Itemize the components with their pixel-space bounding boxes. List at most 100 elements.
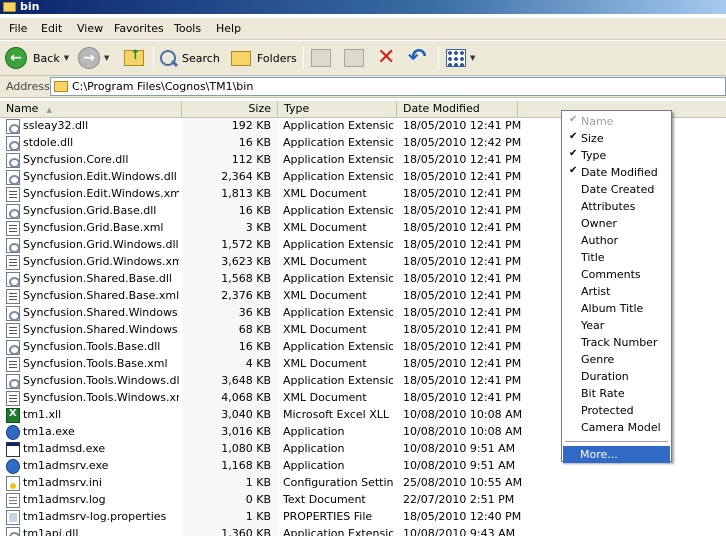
views-dropdown-icon[interactable]: ▼ xyxy=(470,54,475,62)
file-date: 10/08/2010 10:08 AM xyxy=(403,408,523,421)
menu-item-album-title[interactable]: Album Title xyxy=(564,300,669,317)
file-date: 18/05/2010 12:41 PM xyxy=(403,221,522,234)
menu-item-protected[interactable]: Protected xyxy=(564,402,669,419)
address-input[interactable]: C:\Program Files\Cognos\TM1\bin xyxy=(50,77,726,96)
menu-item-date-created[interactable]: Date Created xyxy=(564,181,669,198)
menu-item-type[interactable]: ✔ Type xyxy=(564,147,669,164)
file-size: 1,168 KB xyxy=(221,459,271,472)
file-name: Syncfusion.Edit.Windows.xml xyxy=(23,187,179,200)
menu-item-attributes[interactable]: Attributes xyxy=(564,198,669,215)
window-titlebar[interactable]: bin xyxy=(0,0,726,14)
file-row[interactable]: tm1admsrv.ini 1 KB Configuration Settings 2… xyxy=(0,475,560,492)
menu-item-size[interactable]: ✔ Size xyxy=(564,130,669,147)
forward-button[interactable]: → ▼ xyxy=(78,46,109,70)
file-row[interactable]: Syncfusion.Tools.Windows.xml 4,068 KB XML … xyxy=(0,390,560,407)
menu-item-bit-rate[interactable]: Bit Rate xyxy=(564,385,669,402)
folders-button[interactable]: Folders xyxy=(231,46,297,70)
file-row[interactable]: Syncfusion.Edit.Windows.xml 1,813 KB XML D… xyxy=(0,186,560,203)
column-header-type[interactable]: Type xyxy=(278,101,397,118)
menu-view[interactable]: View xyxy=(77,22,103,35)
move-to-button[interactable] xyxy=(311,46,331,70)
file-size: 1,080 KB xyxy=(221,442,271,455)
menu-item-author[interactable]: Author xyxy=(564,232,669,249)
menu-tools[interactable]: Tools xyxy=(174,22,201,35)
menu-item-comments[interactable]: Comments xyxy=(564,266,669,283)
menu-item-camera-model[interactable]: Camera Model xyxy=(564,419,669,436)
file-type: Application Extension xyxy=(283,170,393,183)
undo-button[interactable]: ↶ xyxy=(408,46,426,70)
file-type-icon xyxy=(6,204,20,219)
file-row[interactable]: tm1a.exe 3,016 KB Application 10/08/2010 10… xyxy=(0,424,560,441)
file-row[interactable]: Syncfusion.Edit.Windows.dll 2,364 KB Appli… xyxy=(0,169,560,186)
file-row[interactable]: Syncfusion.Grid.Windows.xml 3,623 KB XML D… xyxy=(0,254,560,271)
menu-item-label: Size xyxy=(581,132,604,145)
menu-file[interactable]: File xyxy=(9,22,27,35)
file-row[interactable]: stdole.dll 16 KB Application Extension 18/0… xyxy=(0,135,560,152)
menu-item-track-number[interactable]: Track Number xyxy=(564,334,669,351)
file-date: 10/08/2010 9:43 AM xyxy=(403,527,516,536)
menu-item-owner[interactable]: Owner xyxy=(564,215,669,232)
file-row[interactable]: tm1admsrv-log.properties 1 KB PROPERTIES F… xyxy=(0,509,560,526)
menu-item-year[interactable]: Year xyxy=(564,317,669,334)
file-date: 18/05/2010 12:41 PM xyxy=(403,170,522,183)
file-row[interactable]: Syncfusion.Grid.Base.dll 16 KB Application… xyxy=(0,203,560,220)
file-type: Application Extension xyxy=(283,527,393,536)
column-header-size[interactable]: Size xyxy=(182,101,278,118)
file-name: tm1a.exe xyxy=(23,425,75,438)
file-row[interactable]: tm1admsrv.log 0 KB Text Document 22/07/2010… xyxy=(0,492,560,509)
file-row[interactable]: Syncfusion.Shared.Windows.dll 36 KB Applic… xyxy=(0,305,560,322)
file-size: 2,364 KB xyxy=(221,170,271,183)
menu-edit[interactable]: Edit xyxy=(41,22,62,35)
column-header-date[interactable]: Date Modified xyxy=(397,101,518,118)
menu-favorites[interactable]: Favorites xyxy=(114,22,164,35)
column-header-name[interactable]: Name ▲ xyxy=(0,101,182,118)
forward-icon: → xyxy=(78,47,100,69)
menu-item-more[interactable]: More... xyxy=(563,446,670,463)
forward-dropdown-icon[interactable]: ▼ xyxy=(104,54,109,62)
menu-help[interactable]: Help xyxy=(216,22,241,35)
file-row[interactable]: Syncfusion.Tools.Base.xml 4 KB XML Documen… xyxy=(0,356,560,373)
window-title: bin xyxy=(20,0,40,13)
menu-item-label: Date Created xyxy=(581,183,655,196)
menu-item-genre[interactable]: Genre xyxy=(564,351,669,368)
file-name: Syncfusion.Tools.Windows.xml xyxy=(23,391,179,404)
column-name-label: Name xyxy=(6,102,39,115)
delete-button[interactable]: ✕ xyxy=(377,46,395,70)
copy-to-icon xyxy=(344,49,364,67)
file-size: 1 KB xyxy=(245,476,271,489)
back-dropdown-icon[interactable]: ▼ xyxy=(64,54,69,62)
file-row[interactable]: Syncfusion.Shared.Base.dll 1,568 KB Applic… xyxy=(0,271,560,288)
file-row[interactable]: Syncfusion.Tools.Windows.dll 3,648 KB Appl… xyxy=(0,373,560,390)
file-date: 18/05/2010 12:41 PM xyxy=(403,119,522,132)
file-row[interactable]: Syncfusion.Shared.Windows.... 68 KB XML Do… xyxy=(0,322,560,339)
file-date: 10/08/2010 10:08 AM xyxy=(403,425,523,438)
menu-item-date-modified[interactable]: ✔ Date Modified xyxy=(564,164,669,181)
up-folder-button[interactable]: ↑ xyxy=(124,46,144,70)
file-row[interactable]: tm1api.dll 1,360 KB Application Extension 1… xyxy=(0,526,560,536)
file-type-icon xyxy=(6,153,20,168)
folder-icon xyxy=(3,2,16,12)
file-row[interactable]: tm1admsd.exe 1,080 KB Application 10/08/201… xyxy=(0,441,560,458)
file-row[interactable]: Syncfusion.Grid.Windows.dll 1,572 KB Appli… xyxy=(0,237,560,254)
menu-item-title[interactable]: Title xyxy=(564,249,669,266)
file-row[interactable]: tm1admsrv.exe 1,168 KB Application 10/08/20… xyxy=(0,458,560,475)
address-label: Address xyxy=(6,80,50,93)
search-button[interactable]: Search xyxy=(160,46,220,70)
file-date: 18/05/2010 12:41 PM xyxy=(403,238,522,251)
file-row[interactable]: Syncfusion.Grid.Base.xml 3 KB XML Document… xyxy=(0,220,560,237)
menu-item-duration[interactable]: Duration xyxy=(564,368,669,385)
file-name: tm1admsrv.log xyxy=(23,493,106,506)
views-button[interactable]: ▼ xyxy=(446,46,475,70)
copy-to-button[interactable] xyxy=(344,46,364,70)
file-type: Application Extension xyxy=(283,306,393,319)
file-row[interactable]: Syncfusion.Core.dll 112 KB Application Ext… xyxy=(0,152,560,169)
back-button[interactable]: ← Back ▼ xyxy=(5,46,69,70)
menu-item-label: Title xyxy=(581,251,605,264)
file-row[interactable]: tm1.xll 3,040 KB Microsoft Excel XLL ... 10… xyxy=(0,407,560,424)
file-row[interactable]: Syncfusion.Shared.Base.xml 2,376 KB XML Do… xyxy=(0,288,560,305)
menu-bar: File Edit View Favorites Tools Help xyxy=(0,18,726,40)
file-row[interactable]: Syncfusion.Tools.Base.dll 16 KB Applicatio… xyxy=(0,339,560,356)
menu-item-artist[interactable]: Artist xyxy=(564,283,669,300)
file-row[interactable]: ssleay32.dll 192 KB Application Extension 1… xyxy=(0,118,560,135)
file-type-icon xyxy=(6,119,20,134)
